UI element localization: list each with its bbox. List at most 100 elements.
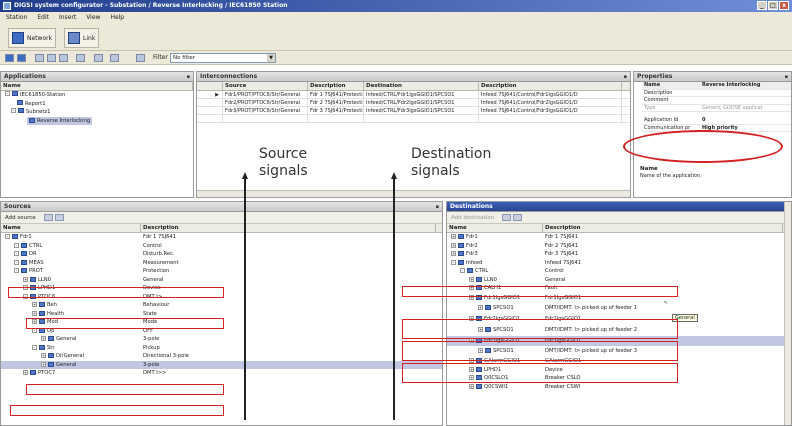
- source-tree-row[interactable]: + PTOC7 DMT I>>: [1, 369, 442, 378]
- save-all-icon[interactable]: [17, 54, 26, 62]
- filter-select[interactable]: No filter ▼: [170, 53, 276, 63]
- expander-icon[interactable]: -: [14, 251, 19, 256]
- expand-icon[interactable]: [54, 214, 64, 221]
- pin-icon[interactable]: ▪: [436, 202, 439, 212]
- copy-icon[interactable]: [47, 54, 56, 62]
- prop-description-row[interactable]: Description: [642, 90, 791, 97]
- destination-tree-row[interactable]: + SPCSO1 DMT/IDMT: I> picked up of feeder …: [447, 303, 791, 314]
- sources-col-description[interactable]: Description: [141, 224, 436, 232]
- source-tree-row[interactable]: - PROT Protection: [1, 267, 442, 276]
- destination-tree-row[interactable]: + Fdr1 Fdr 1 7SJ641: [447, 233, 791, 242]
- paste-icon[interactable]: [59, 54, 68, 62]
- menu-help[interactable]: Help: [110, 12, 124, 24]
- col-destination[interactable]: Destination: [364, 82, 479, 90]
- prop-application-id-row[interactable]: Application Id 0: [642, 117, 791, 125]
- expand-icon[interactable]: [513, 214, 523, 221]
- source-tree-row[interactable]: + General 3-pole: [1, 335, 442, 344]
- expander-icon[interactable]: -: [32, 344, 37, 350]
- destination-tree-row[interactable]: + Fdr3 Fdr 3 7SJ641: [447, 250, 791, 259]
- source-tree-row[interactable]: - Str Pickup: [1, 344, 442, 353]
- sources-col-name[interactable]: Name: [1, 224, 141, 232]
- expander-icon[interactable]: +: [451, 251, 456, 256]
- add-destination-button[interactable]: Add destination: [451, 215, 494, 221]
- expander-icon[interactable]: +: [32, 302, 37, 307]
- table-row[interactable]: Fdr2/PROT/PTOC6/Str/General Fdr 2 7SJ641/…: [197, 99, 630, 107]
- source-arrow: [244, 178, 246, 420]
- expander-icon[interactable]: +: [451, 234, 456, 239]
- expander-icon[interactable]: -: [14, 259, 19, 265]
- source-tree-row[interactable]: + General 3-pole: [1, 360, 442, 369]
- source-tree-row[interactable]: + LLN0 General: [1, 276, 442, 285]
- save-icon[interactable]: [5, 54, 14, 62]
- prop-name-row[interactable]: Name Reverse Interlocking: [642, 82, 791, 90]
- network-button[interactable]: Network: [8, 28, 57, 48]
- source-tree-row[interactable]: - CTRL Control: [1, 242, 442, 251]
- col-source-description[interactable]: Description: [308, 82, 364, 90]
- prop-type-row[interactable]: Type Generic GOOSE applicat: [642, 105, 791, 112]
- source-tree-row[interactable]: + DirGeneral Directional 3-pole: [1, 352, 442, 361]
- destination-tree-row[interactable]: + LLN0 General: [447, 276, 791, 285]
- expander-icon[interactable]: -: [5, 234, 10, 239]
- cut-icon[interactable]: [35, 54, 44, 62]
- expander-icon[interactable]: -: [460, 268, 465, 273]
- tree-item-application[interactable]: Reverse Interlocking: [1, 116, 193, 125]
- menu-view[interactable]: View: [86, 12, 100, 24]
- expander-icon[interactable]: +: [451, 242, 456, 248]
- expander-icon[interactable]: -: [14, 242, 19, 248]
- maximize-button[interactable]: □: [768, 1, 778, 10]
- close-button[interactable]: x: [779, 1, 789, 10]
- collapse-icon[interactable]: [43, 214, 53, 221]
- col-source[interactable]: Source: [223, 82, 308, 90]
- source-tree-row[interactable]: + Health State: [1, 310, 442, 319]
- expander-icon[interactable]: +: [32, 310, 37, 316]
- link-button[interactable]: Link: [64, 28, 100, 48]
- pin-icon[interactable]: ▪: [785, 72, 788, 82]
- pin-icon[interactable]: ▪: [624, 72, 627, 82]
- help-icon[interactable]: [110, 54, 119, 62]
- expander-icon[interactable]: -: [451, 259, 456, 265]
- link-label: Link: [83, 34, 96, 42]
- expander-icon[interactable]: +: [469, 383, 474, 389]
- menu-insert[interactable]: Insert: [59, 12, 76, 24]
- collapse-icon[interactable]: [502, 214, 512, 221]
- expander-icon[interactable]: +: [41, 353, 46, 358]
- table-row[interactable]: [197, 115, 630, 123]
- expander-icon[interactable]: +: [23, 370, 28, 375]
- prop-comment-row[interactable]: Comment: [642, 97, 791, 105]
- tree-item-report[interactable]: Report1: [1, 99, 193, 109]
- destination-tree-row[interactable]: - Infeed Infeed 7SJ641: [447, 259, 791, 268]
- applications-col-name[interactable]: Name: [1, 82, 193, 90]
- source-tree-row[interactable]: - MEAS Measurement: [1, 259, 442, 268]
- col-destination-description[interactable]: Description: [479, 82, 622, 90]
- source-tree-row[interactable]: - Fdr1 Fdr 1 7SJ641: [1, 233, 442, 242]
- destinations-col-name[interactable]: Name: [447, 224, 543, 232]
- table-row[interactable]: ▶ Fdr1/PROT/PTOC6/Str/General Fdr 1 7SJ641…: [197, 91, 630, 99]
- destinations-col-description[interactable]: Description: [543, 224, 783, 232]
- vertical-scrollbar[interactable]: [784, 202, 791, 425]
- menu-edit[interactable]: Edit: [37, 12, 49, 24]
- delete-icon[interactable]: [76, 54, 85, 62]
- destination-tree-row[interactable]: - CTRL Control: [447, 267, 791, 276]
- pin-icon[interactable]: ▪: [187, 72, 190, 82]
- add-source-button[interactable]: Add source: [5, 215, 36, 221]
- filter-icon[interactable]: [136, 54, 145, 62]
- minimize-button[interactable]: _: [757, 1, 767, 10]
- prop-help-desc: Name of the application.: [640, 173, 702, 179]
- horizontal-scrollbar[interactable]: [197, 190, 630, 197]
- properties-icon[interactable]: [94, 54, 103, 62]
- destination-tree-row[interactable]: + Fdr2 Fdr 2 7SJ641: [447, 242, 791, 251]
- source-tree-row[interactable]: - DR Disturb.Rec.: [1, 250, 442, 259]
- expander-icon[interactable]: +: [41, 361, 46, 367]
- tree-item-station[interactable]: - IEC61850-Station: [1, 91, 193, 100]
- tree-item-subnet[interactable]: - Subnetz1: [1, 108, 193, 117]
- table-row[interactable]: Fdr3/PROT/PTOC6/Str/General Fdr 3 7SJ641/…: [197, 107, 630, 115]
- menu-station[interactable]: Station: [6, 12, 27, 24]
- expander-icon[interactable]: -: [14, 268, 19, 273]
- expander-icon[interactable]: +: [469, 276, 474, 282]
- expander-icon[interactable]: +: [41, 336, 46, 341]
- expander-icon[interactable]: +: [23, 276, 28, 282]
- destination-tree-row[interactable]: + Q0CSWI1 Breaker CSWI: [447, 383, 791, 392]
- expander-icon[interactable]: +: [478, 305, 483, 311]
- source-tree-row[interactable]: + Beh Behaviour: [1, 301, 442, 310]
- highlight-str: [26, 384, 224, 395]
